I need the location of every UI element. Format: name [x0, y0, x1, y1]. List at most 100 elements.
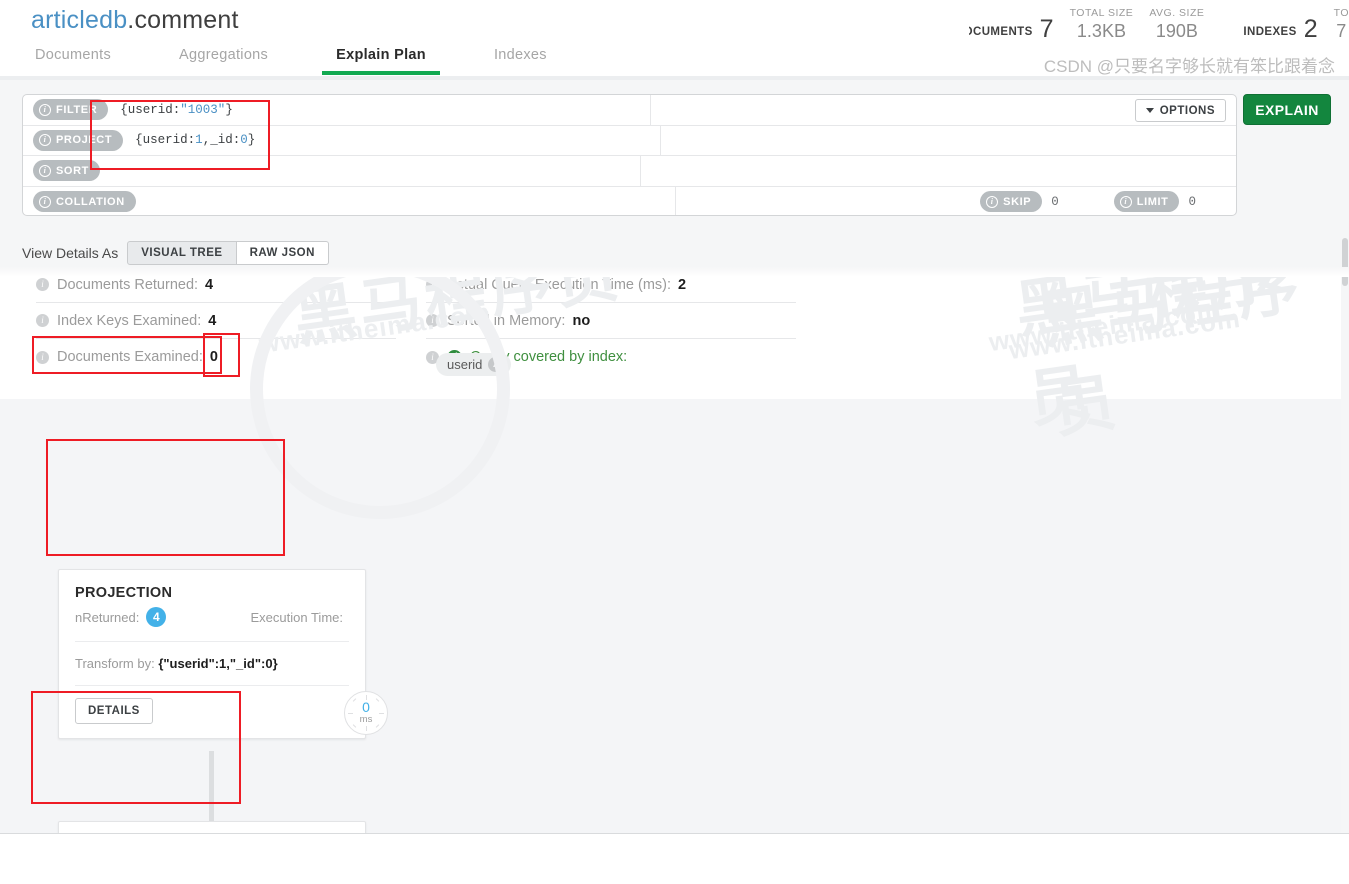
- node-card-projection[interactable]: PROJECTION nReturned: 4 Execution Time: …: [58, 569, 366, 739]
- summary-execution-time-label: Actual Query Execution Time (ms):: [447, 276, 672, 293]
- projection-execution-time-clock: 0 ms: [344, 691, 388, 735]
- info-icon: i: [36, 278, 49, 291]
- vertical-scrollbar-thumb[interactable]: [1342, 238, 1348, 286]
- limit-pill-label: LIMIT: [1136, 195, 1169, 208]
- indexes-total-size-value: 7: [1336, 21, 1347, 41]
- summary-documents-examined-label: Documents Examined:: [57, 349, 203, 365]
- projection-clock-unit: ms: [359, 714, 373, 725]
- info-icon: i: [1119, 195, 1132, 208]
- project-input-value[interactable]: {userid:1,_id:0}: [135, 133, 255, 147]
- info-icon: i: [986, 195, 999, 208]
- query-row-sort[interactable]: i SORT: [23, 156, 1236, 187]
- chevron-down-icon: [1145, 108, 1154, 113]
- view-mode-toggle: VISUAL TREE RAW JSON: [127, 240, 329, 265]
- tab-documents-label: Documents: [35, 47, 112, 63]
- info-icon: i: [39, 195, 51, 208]
- summary-index-keys-examined-label: Index Keys Examined:: [57, 312, 202, 329]
- explain-button[interactable]: EXPLAIN: [1243, 94, 1331, 125]
- covered-index-chip[interactable]: userid ▲: [436, 353, 512, 376]
- query-row-divider: [675, 186, 676, 215]
- filter-pill-label: FILTER: [56, 103, 98, 116]
- indexes-stat-label: INDEXES: [1243, 26, 1297, 38]
- projection-nreturned-value: 4: [146, 607, 167, 627]
- indexes-total-size-caption: TO: [1333, 7, 1349, 19]
- total-size-value: 1.3KB: [1076, 21, 1126, 41]
- summary-documents-examined: i Documents Examined: 0: [36, 339, 396, 375]
- query-row-project[interactable]: i PROJECT {userid:1,_id:0}: [23, 125, 1236, 156]
- node-title-projection: PROJECTION: [75, 585, 173, 601]
- filter-input-value[interactable]: {userid:"1003"}: [120, 103, 233, 117]
- summary-sorted-in-memory-label: Sorted in Memory:: [447, 312, 566, 329]
- namespace-collection: comment: [134, 6, 239, 34]
- vertical-scrollbar-track[interactable]: [1341, 232, 1349, 833]
- query-row-divider: [660, 125, 661, 155]
- query-row-collation[interactable]: i COLLATION i SKIP 0 i LIMIT 0: [23, 186, 1236, 216]
- indexes-stat-value: 2: [1303, 15, 1318, 43]
- skip-value[interactable]: 0: [1051, 195, 1059, 209]
- limit-value[interactable]: 0: [1188, 195, 1196, 209]
- filter-pill[interactable]: i FILTER: [33, 99, 109, 121]
- skip-pill[interactable]: i SKIP: [980, 191, 1043, 213]
- node-title-ixscan: IXSCAN: [59, 822, 365, 833]
- info-icon: i: [36, 314, 49, 327]
- query-row-divider: [650, 95, 651, 125]
- projection-transform-row: Transform by: {"userid":1,"_id":0}: [59, 642, 365, 685]
- avg-size-stat: AVG. SIZE 190B: [1149, 7, 1204, 42]
- tab-indexes-label: Indexes: [493, 47, 547, 63]
- projection-nreturned-label: nReturned:: [75, 609, 140, 625]
- view-mode-visual-tree[interactable]: VISUAL TREE: [127, 240, 237, 265]
- limit-pill[interactable]: i LIMIT: [1113, 191, 1180, 213]
- skip-limit-group: i SKIP 0 i LIMIT 0: [980, 187, 1236, 216]
- node-card-ixscan[interactable]: IXSCAN nReturned: 4 Execution Time: Inde…: [58, 821, 366, 833]
- total-size-stat: TOTAL SIZE 1.3KB: [1070, 7, 1134, 42]
- arrow-up-circle-icon: ▲: [488, 357, 504, 372]
- sort-pill-label: SORT: [56, 164, 89, 177]
- page-footer: [0, 833, 1349, 884]
- skip-group: i SKIP 0: [980, 191, 1059, 213]
- avg-size-value: 190B: [1155, 21, 1198, 41]
- csdn-credit: CSDN @只要名字够长就有笨比跟着念: [1043, 57, 1335, 76]
- info-icon: i: [426, 278, 439, 291]
- tab-documents[interactable]: Documents: [35, 44, 111, 75]
- total-size-caption: TOTAL SIZE: [1069, 7, 1134, 19]
- indexes-total-size-stat: TO 7: [1334, 7, 1349, 42]
- collection-stats: DOCUMENTS 7 TOTAL SIZE 1.3KB AVG. SIZE 1…: [969, 0, 1349, 48]
- view-mode-raw-json-label: RAW JSON: [249, 246, 315, 259]
- namespace-title: articledb.comment: [31, 6, 239, 35]
- info-icon: i: [39, 103, 51, 116]
- skip-pill-label: SKIP: [1003, 195, 1032, 208]
- tab-aggregations[interactable]: Aggregations: [179, 44, 268, 75]
- node-divider: [75, 685, 349, 686]
- projection-exec-time-label: Execution Time:: [250, 609, 344, 625]
- collation-pill-label: COLLATION: [56, 195, 125, 208]
- options-button-label: OPTIONS: [1159, 104, 1215, 117]
- summary-sorted-in-memory-value: no: [572, 312, 591, 329]
- avg-size-caption: AVG. SIZE: [1149, 7, 1205, 19]
- info-icon: i: [39, 164, 51, 177]
- tab-explain-plan-label: Explain Plan: [336, 47, 426, 63]
- info-icon: i: [426, 314, 439, 327]
- limit-group: i LIMIT 0: [1113, 191, 1196, 213]
- tab-explain-plan[interactable]: Explain Plan: [322, 44, 440, 75]
- covered-index-name: userid: [447, 357, 483, 372]
- scroll-fade: [0, 267, 1349, 277]
- summary-documents-examined-value: 0: [209, 349, 218, 365]
- explain-button-label: EXPLAIN: [1255, 101, 1319, 118]
- summary-index-keys-examined-value: 4: [208, 312, 217, 329]
- summary-documents-returned-label: Documents Returned:: [57, 276, 199, 293]
- explain-tree: 黑马程序员 www.itheima.com PROJECTION nReturn…: [0, 267, 1349, 833]
- explain-summary: i Documents Returned: 4 i Index Keys Exa…: [0, 267, 1349, 399]
- options-button[interactable]: OPTIONS: [1134, 99, 1226, 122]
- view-mode-raw-json[interactable]: RAW JSON: [236, 240, 329, 265]
- project-pill[interactable]: i PROJECT: [33, 129, 124, 151]
- projection-transform-value: {"userid":1,"_id":0}: [158, 656, 278, 671]
- summary-execution-time-value: 2: [678, 276, 687, 293]
- tab-indexes[interactable]: Indexes: [494, 44, 547, 75]
- sort-pill[interactable]: i SORT: [33, 160, 100, 182]
- tree-connector: [209, 751, 214, 821]
- app-window: articledb.comment DOCUMENTS 7 TOTAL SIZE…: [0, 0, 1349, 884]
- projection-details-button[interactable]: DETAILS: [75, 698, 153, 724]
- collation-pill[interactable]: i COLLATION: [33, 191, 136, 213]
- query-bar-region: i FILTER {userid:"1003"} OPTIONS i PROJECT…: [0, 80, 1349, 232]
- query-row-filter[interactable]: i FILTER {userid:"1003"} OPTIONS: [23, 95, 1236, 126]
